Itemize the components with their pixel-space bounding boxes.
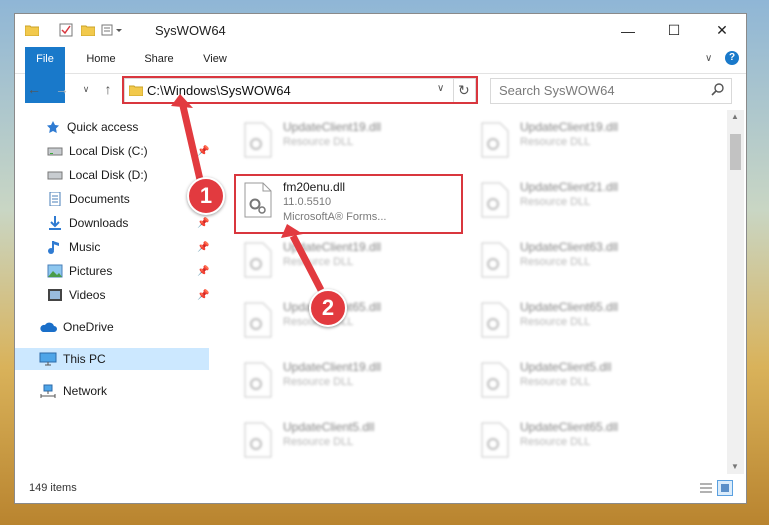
callout-badge-2: 2	[309, 289, 347, 327]
file-explorer-window: SysWOW64 — ☐ ✕ File Home Share View ∨ ? …	[14, 13, 747, 504]
callout-badge-1: 1	[187, 177, 225, 215]
callout-arrows	[171, 94, 325, 292]
